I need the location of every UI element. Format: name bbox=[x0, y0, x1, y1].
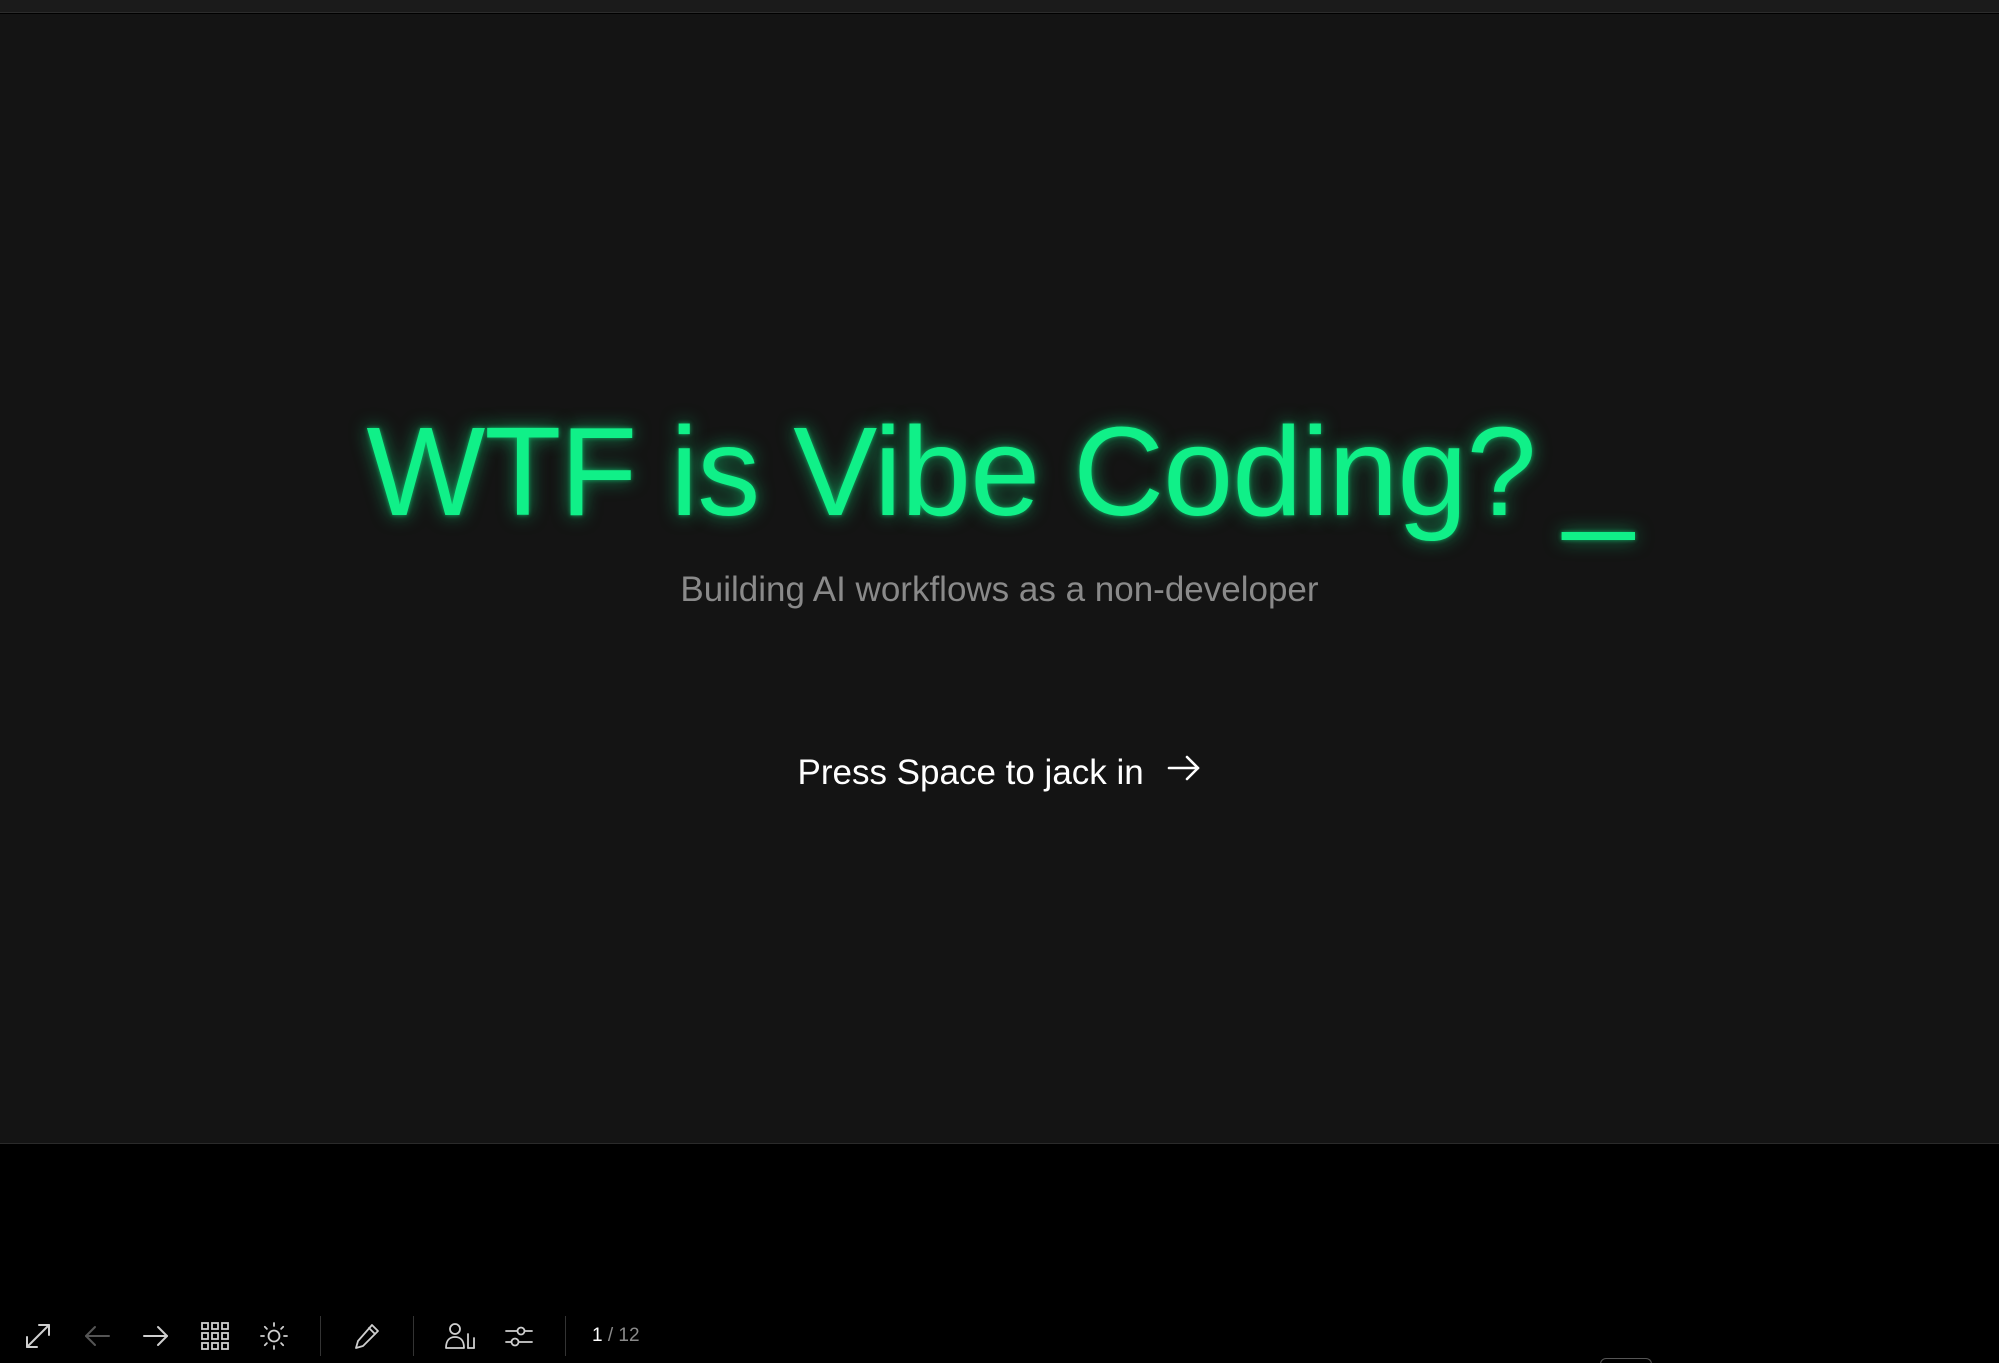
start-prompt-label: Press Space to jack in bbox=[797, 753, 1144, 792]
sliders-icon bbox=[503, 1320, 535, 1352]
arrow-right-icon bbox=[1166, 749, 1202, 795]
arrow-left-icon bbox=[82, 1321, 112, 1351]
sun-icon bbox=[259, 1321, 289, 1351]
presenter-mode-button[interactable] bbox=[438, 1314, 482, 1358]
presenter-icon bbox=[444, 1320, 476, 1352]
arrow-right-icon bbox=[141, 1321, 171, 1351]
start-prompt[interactable]: Press Space to jack in bbox=[0, 750, 1999, 796]
previous-slide-button[interactable] bbox=[75, 1314, 119, 1358]
slide-overview-button[interactable] bbox=[193, 1314, 237, 1358]
toolbar-divider bbox=[413, 1316, 414, 1356]
slide-controls-toolbar: 1 / 12 bbox=[0, 1308, 640, 1363]
pencil-icon bbox=[352, 1321, 382, 1351]
expand-icon bbox=[22, 1320, 54, 1352]
blinking-cursor: _ bbox=[1563, 401, 1634, 542]
slide-title: WTF is Vibe Coding? _ bbox=[0, 397, 1999, 547]
slide-counter: 1 / 12 bbox=[592, 1325, 640, 1347]
toolbar-divider bbox=[320, 1316, 321, 1356]
presentation-window: WTF is Vibe Coding? _ Building AI workflo… bbox=[0, 0, 1999, 1363]
next-slide-button[interactable] bbox=[134, 1314, 178, 1358]
slide-title-text: WTF is Vibe Coding? bbox=[366, 401, 1536, 542]
fullscreen-button[interactable] bbox=[16, 1314, 60, 1358]
slide[interactable]: WTF is Vibe Coding? _ Building AI workflo… bbox=[0, 14, 1999, 1144]
total-slide-count: / 12 bbox=[607, 1325, 640, 1346]
grid-icon bbox=[200, 1321, 230, 1351]
settings-button[interactable] bbox=[497, 1314, 541, 1358]
toolbar-divider bbox=[565, 1316, 566, 1356]
window-edge-mark bbox=[1600, 1358, 1652, 1363]
draw-button[interactable] bbox=[345, 1314, 389, 1358]
window-top-bar bbox=[0, 0, 1999, 13]
theme-toggle-button[interactable] bbox=[252, 1314, 296, 1358]
current-slide-number: 1 bbox=[592, 1325, 603, 1346]
slide-subtitle: Building AI workflows as a non-developer bbox=[680, 570, 1319, 609]
